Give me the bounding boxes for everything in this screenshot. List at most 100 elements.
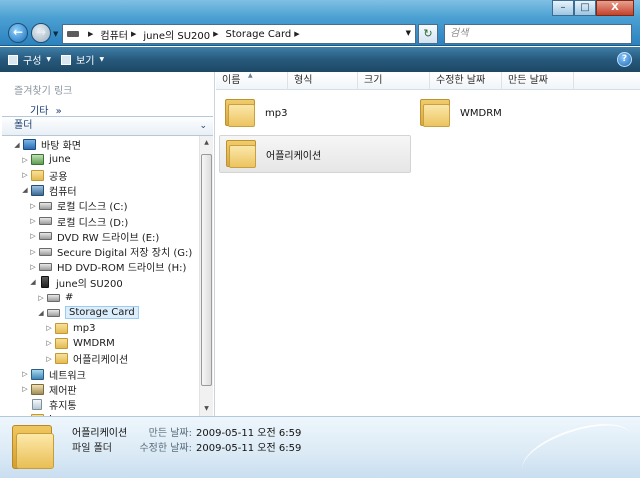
tree-item-label: 공용 (49, 171, 68, 183)
favorite-links-more[interactable]: 기타 » (30, 102, 62, 117)
folder-icon (225, 99, 255, 127)
tree-item[interactable]: ▷ WMDRM (44, 336, 115, 351)
breadcrumb-root-arrow[interactable]: ▶ (85, 30, 100, 38)
breadcrumb-label: june의 SU200 (143, 30, 211, 42)
collapsed-arrow-icon[interactable]: ▷ (28, 248, 38, 256)
column-modified[interactable]: 수정한 날짜 (430, 72, 502, 90)
tree-item[interactable]: ▷ # (36, 290, 73, 305)
refresh-button[interactable]: ↻ (418, 24, 438, 44)
tree-item[interactable]: ▷ 제어판 (20, 382, 77, 397)
expanded-arrow-icon[interactable]: ◢ (12, 141, 22, 149)
file-item-wmdrm[interactable]: WMDRM (414, 94, 604, 132)
tree-item[interactable]: ▷ Secure Digital 저장 장치 (G:) (28, 244, 192, 259)
column-size[interactable]: 크기 (358, 72, 430, 90)
tree-item[interactable]: ◢ june의 SU200 (28, 275, 123, 290)
tree-item[interactable]: ▷ HD DVD-ROM 드라이브 (H:) (28, 259, 186, 274)
column-type[interactable]: 형식 (288, 72, 358, 90)
drive-icon (47, 293, 60, 302)
scroll-thumb[interactable] (201, 154, 212, 386)
breadcrumb-arrow-icon[interactable]: ▶ (131, 30, 136, 38)
file-item-mp3[interactable]: mp3 (219, 94, 409, 132)
collapsed-arrow-icon[interactable]: ▷ (28, 217, 38, 225)
collapsed-arrow-icon[interactable]: ▷ (20, 385, 30, 393)
collapse-chevron-icon[interactable]: ⌄ (199, 117, 207, 135)
control-panel-icon (31, 383, 44, 395)
expanded-arrow-icon[interactable]: ◢ (28, 278, 38, 286)
tree-item-label: june의 SU200 (56, 278, 123, 290)
collapsed-arrow-icon[interactable]: ▷ (44, 355, 54, 363)
file-name: mp3 (265, 107, 288, 119)
tree-item[interactable]: ▷ 공용 (20, 168, 67, 183)
search-input[interactable]: 검색 (444, 24, 632, 44)
organize-label: 구성 (23, 56, 42, 67)
maximize-button[interactable]: □ (574, 0, 596, 16)
breadcrumb-item[interactable]: june의 SU200 ▶ (143, 27, 225, 42)
scroll-down-icon[interactable]: ▼ (200, 402, 213, 416)
expanded-arrow-icon[interactable]: ◢ (36, 309, 46, 317)
collapsed-arrow-icon[interactable]: ▷ (28, 232, 38, 240)
tree-item-label: 바탕 화면 (41, 141, 81, 152)
collapsed-arrow-icon[interactable]: ▷ (28, 202, 38, 210)
drive-icon (47, 308, 60, 317)
close-button[interactable]: X (596, 0, 634, 16)
drive-icon (39, 201, 52, 210)
address-dropdown-icon[interactable]: ▼ (406, 29, 411, 37)
dvd-drive-icon (39, 262, 52, 271)
folders-header[interactable]: 폴더 ⌄ (2, 116, 213, 136)
collapsed-arrow-icon[interactable]: ▷ (20, 370, 30, 378)
chevron-down-icon: ▼ (99, 56, 105, 63)
tree-item-label: mp3 (73, 322, 96, 334)
column-label: 형식 (294, 75, 313, 86)
column-label: 이름 (222, 75, 241, 86)
tree-item[interactable]: ▷ 로컬 디스크 (C:) (28, 198, 128, 213)
tree-scrollbar[interactable]: ▲ ▼ (199, 136, 213, 416)
tree-item-label: 휴지통 (49, 401, 77, 413)
collapsed-arrow-icon[interactable]: ▷ (44, 324, 54, 332)
tree-item[interactable]: ▷ 로컬 디스크 (D:) (28, 214, 128, 229)
tree-item-label: 로컬 디스크 (C:) (57, 202, 128, 214)
user-folder-icon (31, 154, 44, 166)
collapsed-arrow-icon[interactable]: ▷ (28, 263, 38, 271)
tree-item[interactable]: ◢ 컴퓨터 (20, 183, 77, 198)
breadcrumb-item[interactable]: 컴퓨터 ▶ (100, 27, 143, 42)
breadcrumb-arrow-icon[interactable]: ▶ (213, 30, 218, 38)
collapsed-arrow-icon[interactable]: ▷ (36, 294, 46, 302)
tree-item[interactable]: ▷ 네트워크 (20, 367, 86, 382)
command-bar: 구성 ▼ 보기 ▼ ? (0, 47, 640, 72)
minimize-button[interactable]: – (552, 0, 574, 16)
forward-button[interactable]: → (31, 23, 51, 43)
tree-item[interactable]: ▷ DVD RW 드라이브 (E:) (28, 229, 159, 244)
help-button[interactable]: ? (617, 52, 632, 67)
favorite-links-title: 즐겨찾기 링크 (14, 86, 73, 97)
tree-item[interactable]: ▷ 어플리케이션 (44, 351, 128, 366)
tree-item[interactable]: ▷ june (20, 152, 71, 167)
breadcrumb-arrow-icon[interactable]: ▶ (294, 30, 299, 38)
collapsed-arrow-icon[interactable]: ▷ (20, 156, 30, 164)
tree-item[interactable]: ▷ mp3 (44, 321, 95, 336)
tree-item[interactable]: 휴지통 (20, 397, 77, 412)
details-pane: 어플리케이션 파일 폴더 만든 날짜: 2009-05-11 오전 6:59 수… (0, 412, 640, 478)
recent-pages-dropdown-icon[interactable]: ▼ (53, 30, 58, 38)
address-bar[interactable]: ▶ 컴퓨터 ▶ june의 SU200 ▶ Storage Card ▶ ▼ (62, 24, 416, 44)
back-button[interactable]: ← (8, 23, 28, 43)
tree-item-label: DVD RW 드라이브 (E:) (57, 232, 160, 244)
tree-item[interactable]: ◢ Storage Card (36, 305, 139, 320)
breadcrumb-item[interactable]: Storage Card ▶ (226, 29, 307, 40)
collapsed-arrow-icon[interactable]: ▷ (20, 171, 30, 179)
file-item-applications[interactable]: 어플리케이션 (219, 135, 411, 173)
views-menu[interactable]: 보기 ▼ (61, 52, 104, 67)
organize-menu[interactable]: 구성 ▼ (8, 52, 51, 67)
scroll-up-icon[interactable]: ▲ (200, 136, 213, 150)
tree-item-label: 어플리케이션 (73, 355, 129, 367)
views-label: 보기 (76, 56, 95, 67)
column-name[interactable]: 이름 ▲ (216, 72, 288, 90)
navigation-pane: 즐겨찾기 링크 기타 » 폴더 ⌄ ◢ 바탕 화면 ▷ june ▷ 공용 ◢ 컴퓨터 ▷ 로컬 … (0, 72, 215, 416)
tree-item[interactable]: ◢ 바탕 화면 (12, 137, 81, 152)
chevron-down-icon: ▼ (46, 56, 52, 63)
tree-item-label: june (49, 154, 71, 166)
collapsed-arrow-icon[interactable]: ▷ (44, 339, 54, 347)
column-created[interactable]: 만든 날짜 (502, 72, 574, 90)
tree-item-label: WMDRM (73, 337, 115, 349)
expanded-arrow-icon[interactable]: ◢ (20, 186, 30, 194)
tree-item-label: 제어판 (49, 385, 77, 397)
